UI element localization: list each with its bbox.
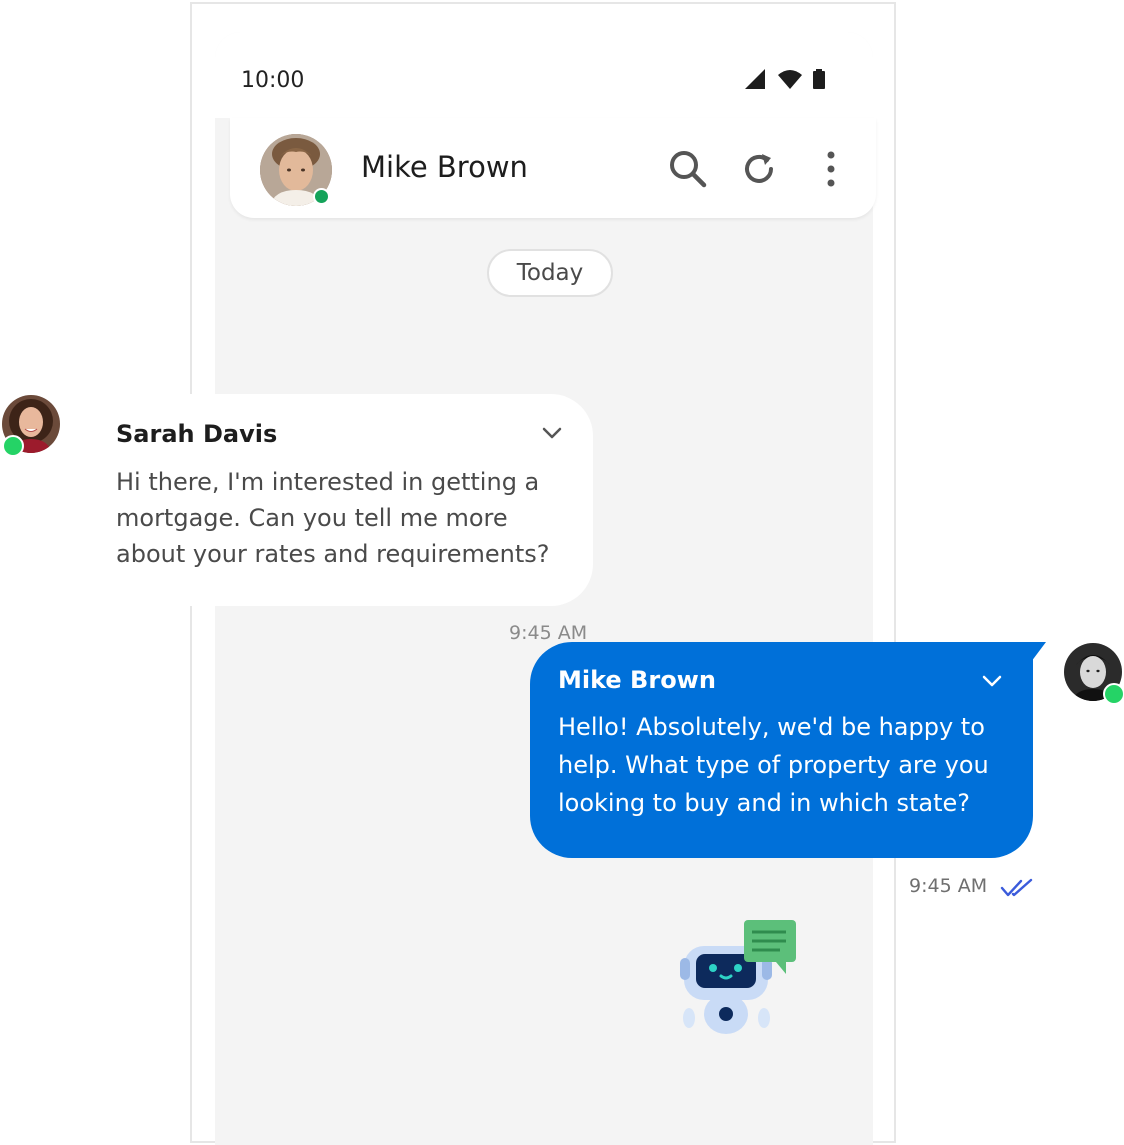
search-icon — [670, 151, 707, 188]
message-bubble-outgoing[interactable]: Mike Brown Hello! Absolutely, we'd be ha… — [530, 642, 1033, 858]
more-vertical-icon — [827, 151, 835, 187]
search-button[interactable] — [667, 148, 709, 190]
message-text: Hi there, I'm interested in getting a mo… — [116, 468, 550, 568]
message-text: Hello! Absolutely, we'd be happy to help… — [558, 713, 989, 817]
signal-icon — [745, 69, 765, 89]
contact-name: Mike Brown — [361, 150, 528, 184]
chevron-down-icon[interactable] — [541, 426, 563, 440]
message-timestamp: 9:45 AM — [509, 622, 588, 644]
refresh-button[interactable] — [738, 148, 780, 190]
refresh-icon — [745, 154, 773, 183]
status-time: 10:00 — [241, 68, 305, 93]
chat-header: Mike Brown — [230, 118, 876, 218]
message-sender: Mike Brown — [558, 666, 716, 694]
status-bar: 10:00 — [215, 32, 873, 118]
message-bubble-incoming[interactable]: Sarah Davis Hi there, I'm interested in … — [88, 394, 593, 606]
whatsapp-icon — [2, 435, 24, 457]
wifi-icon — [778, 70, 802, 89]
chevron-down-icon[interactable] — [981, 674, 1003, 688]
battery-icon — [813, 69, 825, 89]
more-options-button[interactable] — [810, 148, 852, 190]
chatbot-illustration — [680, 920, 796, 1034]
message-sender: Sarah Davis — [116, 420, 278, 448]
double-check-icon — [1000, 878, 1033, 897]
date-separator: Today — [487, 249, 613, 297]
message-timestamp: 9:45 AM — [909, 875, 988, 897]
whatsapp-icon — [1103, 683, 1124, 705]
online-status-dot — [313, 188, 330, 205]
